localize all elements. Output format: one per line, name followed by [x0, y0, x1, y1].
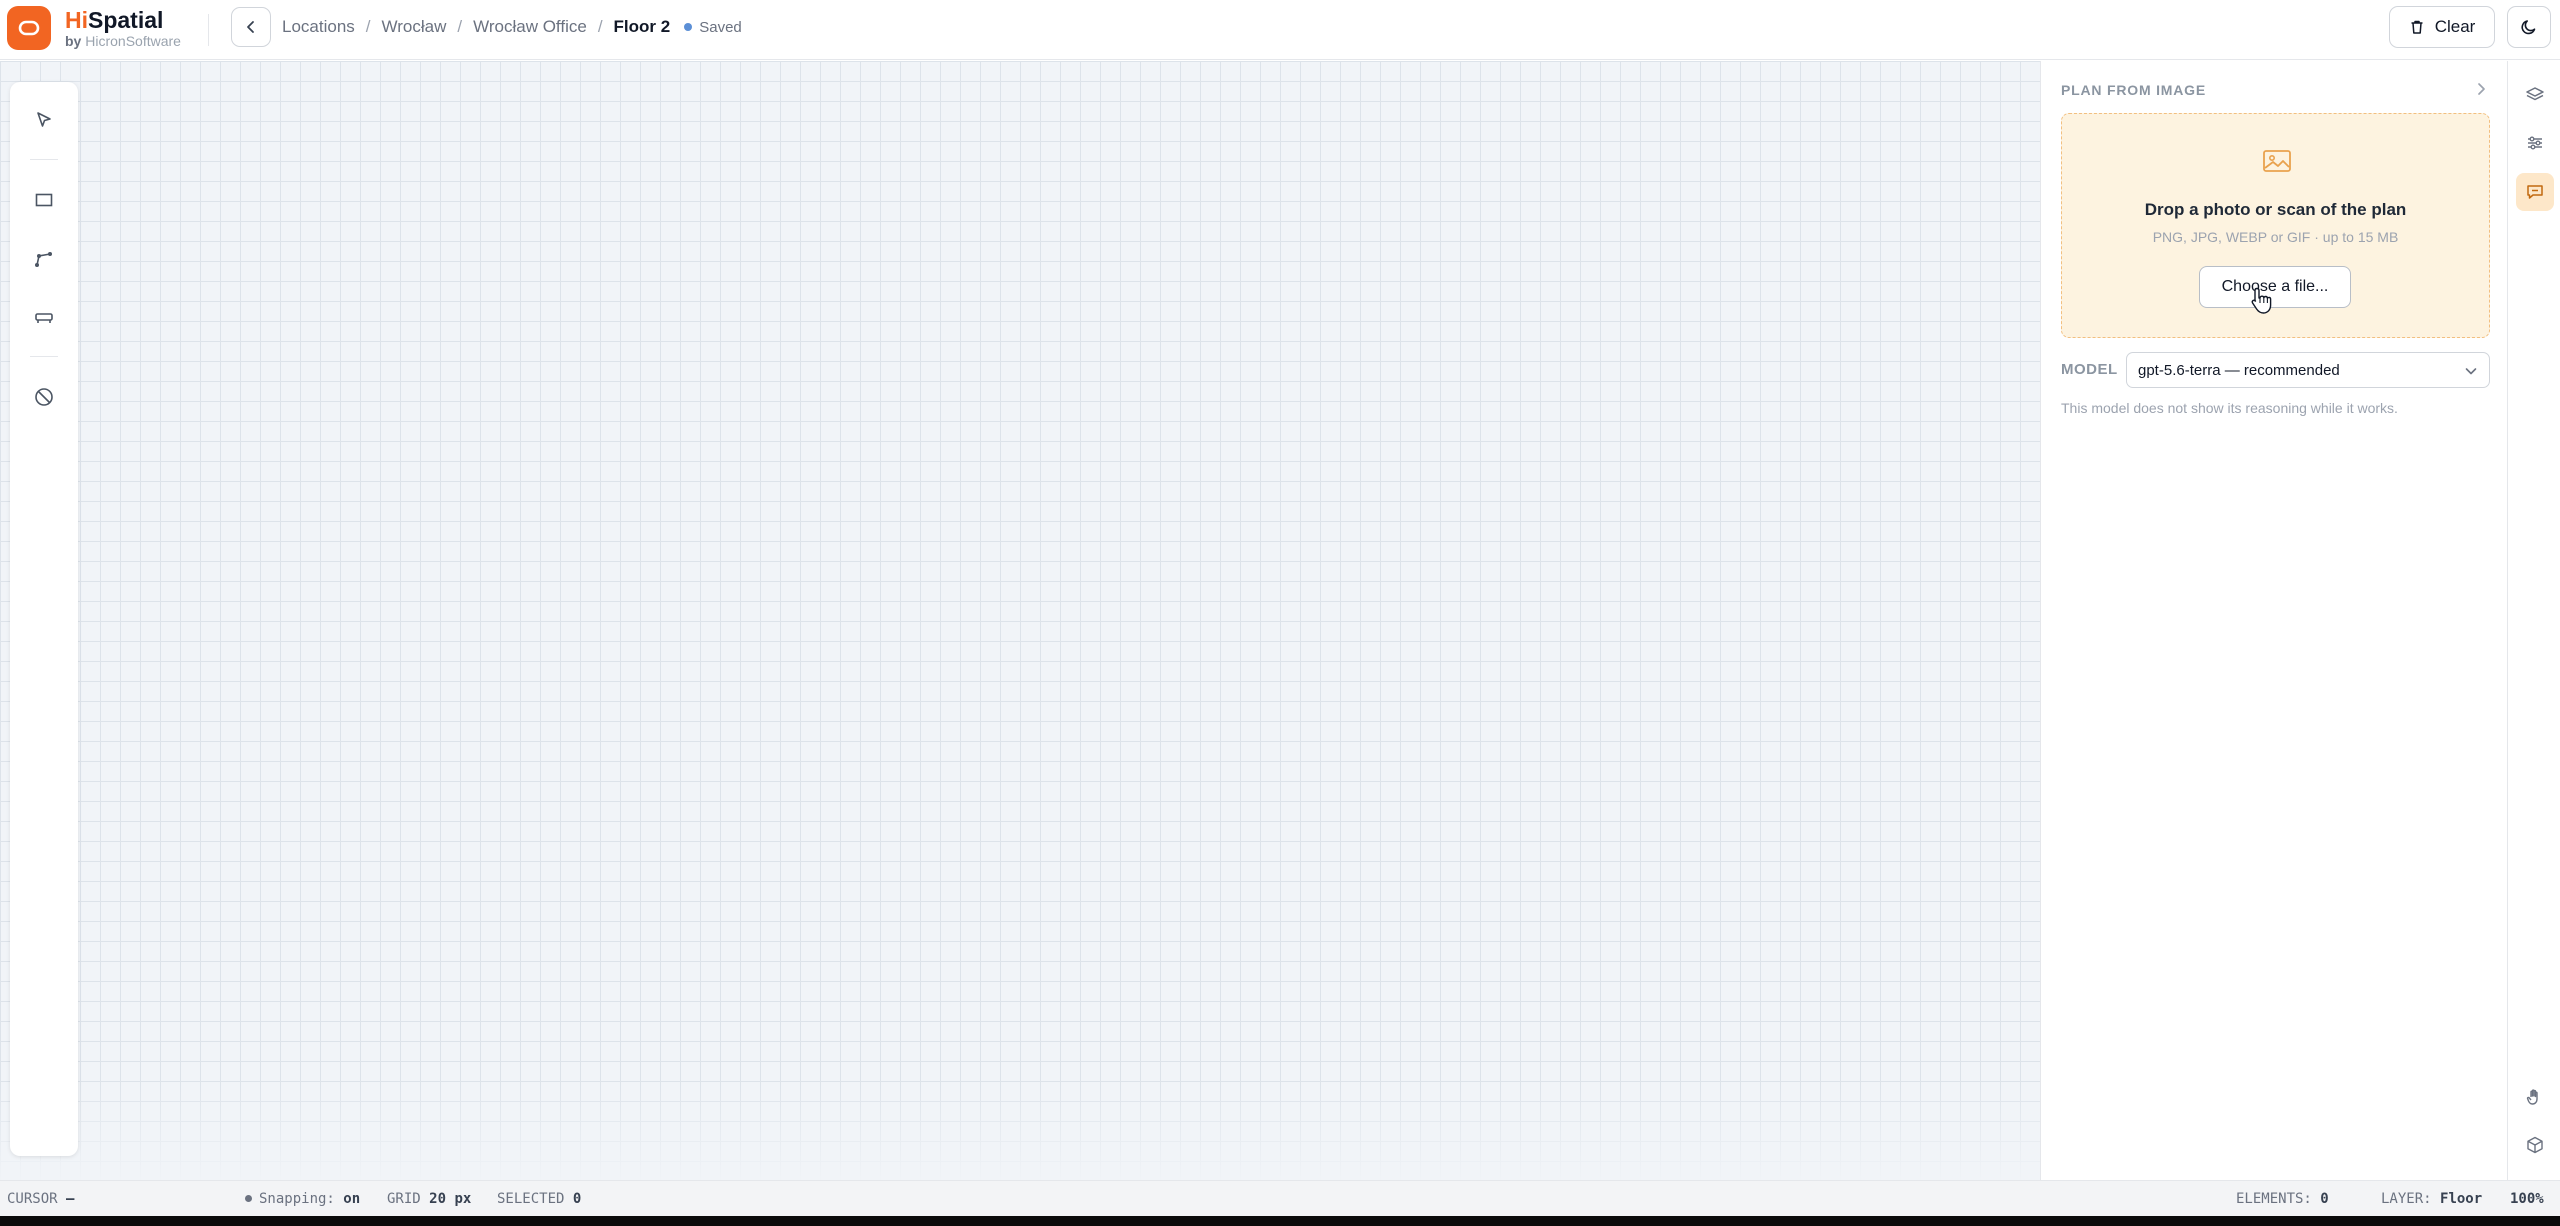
ai-chat-button[interactable] [2516, 173, 2554, 211]
breadcrumb-city[interactable]: Wrocław [382, 17, 447, 37]
breadcrumb-separator: / [365, 17, 371, 36]
polyline-icon [35, 252, 52, 267]
sofa-icon [35, 313, 53, 323]
layers-button[interactable] [2516, 76, 2554, 114]
3d-view-button[interactable] [2516, 1126, 2554, 1164]
header-divider [208, 14, 209, 46]
breadcrumb-locations[interactable]: Locations [282, 17, 355, 37]
furniture-tool-button[interactable] [24, 298, 64, 338]
back-button[interactable] [231, 7, 271, 47]
save-status-label: Saved [699, 18, 742, 36]
toolbar-divider [30, 159, 58, 160]
rectangle-icon [35, 193, 53, 207]
brand-name: HiSpatial [65, 7, 164, 33]
cursor-readout: CURSOR — [7, 1191, 75, 1207]
model-select[interactable]: gpt-5.6-terra — recommended [2126, 352, 2490, 388]
app-logo[interactable] [7, 6, 51, 50]
breadcrumb-office[interactable]: Wrocław Office [473, 17, 587, 37]
ai-chat-icon [2527, 185, 2543, 199]
saved-dot [684, 23, 693, 31]
panel-title: PLAN FROM IMAGE [2061, 82, 2206, 98]
breadcrumb-separator: / [597, 17, 603, 36]
save-status: Saved [684, 19, 742, 36]
canvas-bottom-fade [0, 1080, 2040, 1180]
plan-from-image-panel: PLAN FROM IMAGE Drop a photo or scan of … [2040, 61, 2506, 1180]
pointer-hand-icon [2251, 287, 2272, 314]
grid-size-readout: GRID 20 px [387, 1191, 472, 1207]
model-label: MODEL [2061, 361, 2118, 378]
pan-tool-button[interactable] [2516, 1078, 2554, 1116]
logo-icon [18, 20, 40, 36]
properties-button[interactable] [2516, 124, 2554, 162]
drawing-toolbar [10, 82, 78, 1156]
dropzone-title: Drop a photo or scan of the plan [2144, 200, 2407, 219]
snapping-dot [245, 1195, 252, 1202]
toolbar-divider [30, 356, 58, 357]
cursor-arrow-icon [37, 112, 51, 127]
theme-toggle-button[interactable] [2507, 6, 2551, 48]
layers-icon [2526, 87, 2544, 101]
dropzone-subtitle: PNG, JPG, WEBP or GIF · up to 15 MB [2152, 229, 2399, 245]
forbidden-area-tool-button[interactable] [24, 377, 64, 417]
breadcrumb-separator: / [457, 17, 463, 36]
zoom-level-readout: 100% [2510, 1191, 2544, 1207]
right-rail [2507, 61, 2560, 1180]
rectangle-tool-button[interactable] [24, 180, 64, 220]
prohibited-icon [35, 388, 53, 406]
chevron-right-icon[interactable] [2473, 81, 2489, 97]
model-select-value: gpt-5.6-terra — recommended [2138, 361, 2340, 379]
select-tool-button[interactable] [24, 100, 64, 140]
selected-count-readout: SELECTED 0 [497, 1191, 582, 1207]
status-bar: CURSOR — Snapping: on GRID 20 px SELECTE… [0, 1180, 2560, 1216]
breadcrumb: Locations / Wrocław / Wrocław Office / F… [282, 14, 742, 40]
model-note: This model does not show its reasoning w… [2061, 400, 2398, 416]
choose-file-button[interactable]: Choose a file... [2199, 266, 2351, 308]
snapping-status[interactable]: Snapping: on [245, 1191, 360, 1207]
moon-icon [2521, 20, 2536, 35]
brand: HiSpatial by HicronSoftware [65, 7, 181, 49]
clear-button[interactable]: Clear [2389, 6, 2495, 48]
floor-plan-canvas[interactable] [0, 61, 2040, 1180]
breadcrumb-current-floor: Floor 2 [613, 17, 671, 36]
chevron-down-icon [2465, 368, 2477, 375]
polyline-tool-button[interactable] [24, 239, 64, 279]
sliders-icon [2528, 136, 2542, 150]
cube-icon [2527, 1136, 2543, 1154]
clear-button-label: Clear [2434, 17, 2476, 36]
image-icon [2263, 150, 2291, 172]
image-dropzone[interactable]: Drop a photo or scan of the plan PNG, JP… [2061, 113, 2490, 338]
top-bar: HiSpatial by HicronSoftware Locations / … [0, 0, 2560, 60]
elements-count-readout: ELEMENTS: 0 [2236, 1191, 2329, 1207]
layer-readout: LAYER: Floor [2381, 1191, 2483, 1207]
trash-icon [2411, 20, 2423, 34]
bottom-edge [0, 1216, 2560, 1226]
brand-subtitle: by HicronSoftware [65, 33, 181, 49]
chevron-left-icon [247, 21, 254, 33]
hand-icon [2526, 1089, 2538, 1105]
